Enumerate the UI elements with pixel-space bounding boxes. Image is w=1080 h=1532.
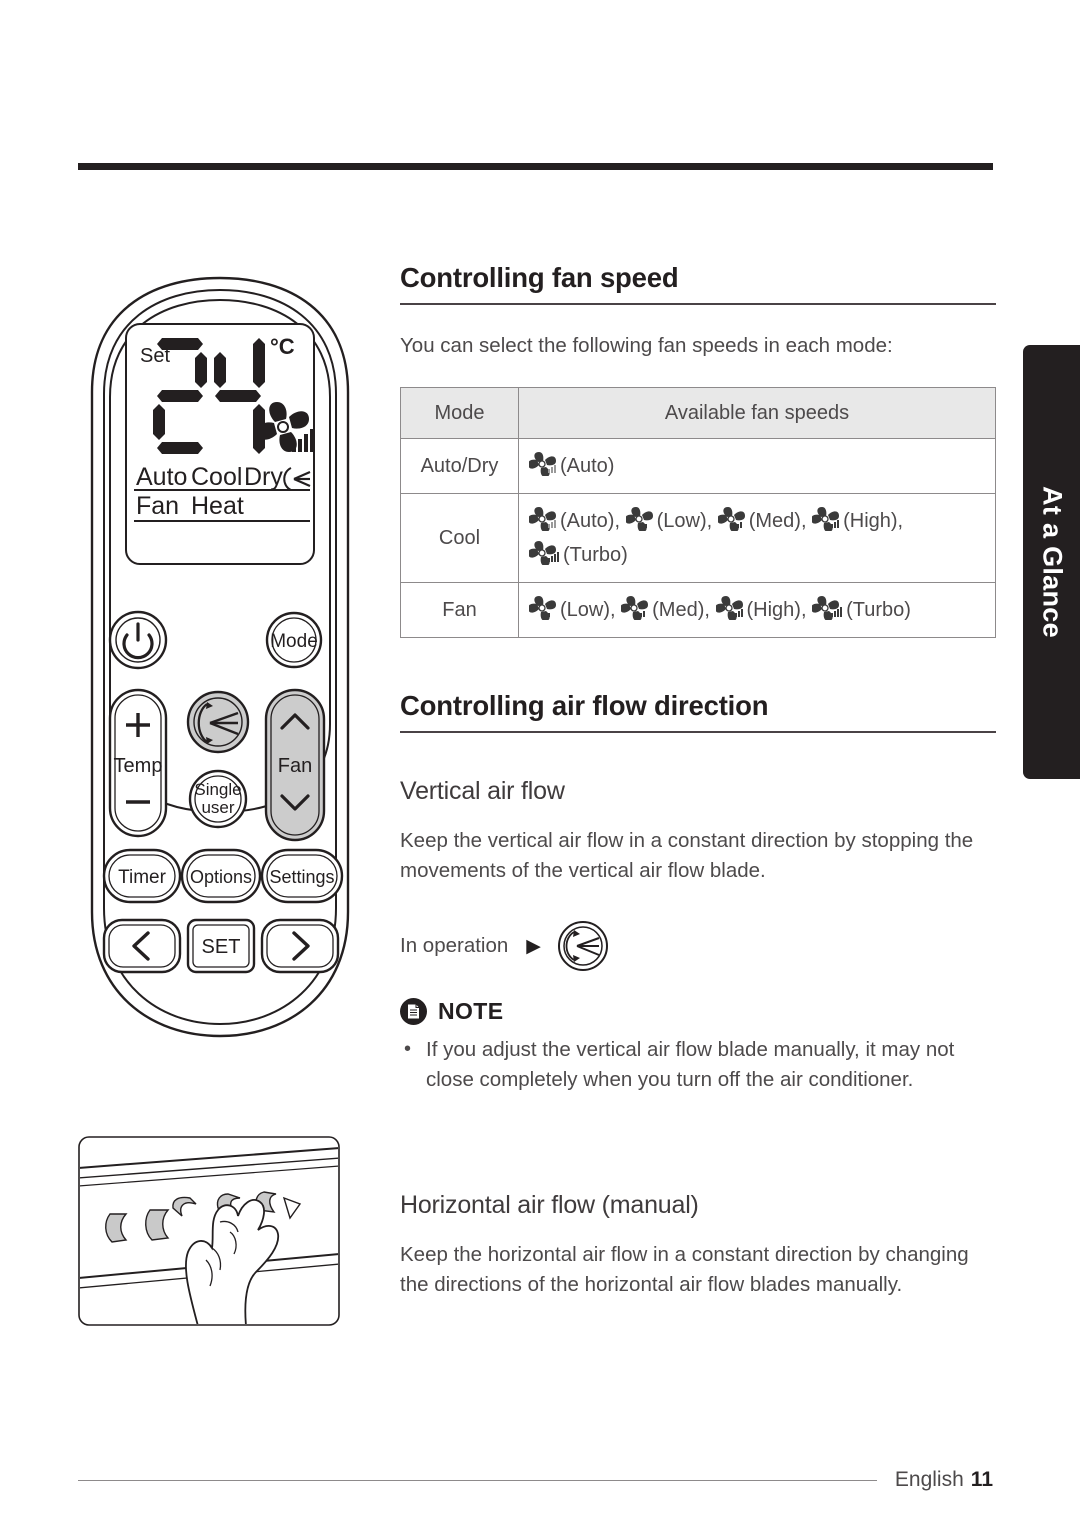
in-operation-label: In operation	[400, 934, 509, 957]
page-footer: English 11	[78, 1468, 993, 1492]
remote-timer-label: Timer	[118, 867, 167, 888]
table-header-speeds: Available fan speeds	[518, 387, 996, 439]
horizontal-air-flow-body: Keep the horizontal air flow in a consta…	[400, 1243, 969, 1296]
footer-page-number: 11	[970, 1468, 993, 1491]
table-cell-speeds: (Auto), (Low), (Med), (High), (Turbo)	[518, 493, 996, 583]
fan-speed-label: (Low),	[656, 510, 713, 532]
fan-speed-table: Mode Available fan speeds Auto/Dry (Auto…	[400, 387, 996, 638]
remote-single-user-button[interactable]: Single user	[188, 769, 248, 829]
fan-speed-label: (Auto),	[560, 510, 621, 532]
fan-speed-label: (High),	[843, 510, 904, 532]
remote-single-user-line1: Single	[194, 780, 241, 799]
fan-speed-icon-turbo	[812, 596, 843, 620]
subsection-title-horizontal: Horizontal air flow (manual)	[400, 1191, 699, 1219]
remote-set-button[interactable]: SET	[186, 918, 256, 974]
table-header-row: Mode Available fan speeds	[400, 387, 996, 439]
table-row: Fan (Low), (Med), (High), (Turbo)	[400, 582, 996, 638]
fan-speed-label: (Turbo)	[846, 599, 911, 621]
remote-temp-button[interactable]: Temp	[108, 688, 168, 838]
table-row: Cool (Auto), (Low), (Med), (High), (Turb…	[400, 493, 996, 583]
fan-speed-label: (Turbo)	[563, 544, 628, 566]
remote-settings-label: Settings	[269, 867, 334, 887]
remote-power-button[interactable]	[108, 610, 168, 670]
fan-speed-icon-low	[625, 507, 653, 531]
fan-speed-icon-high	[812, 507, 840, 531]
lcd-mode-cool: Cool	[191, 463, 242, 491]
fan-speed-label: (Med),	[748, 510, 807, 532]
remote-fan-button[interactable]: Fan	[264, 688, 326, 842]
side-tab-at-a-glance: At a Glance	[1023, 345, 1080, 779]
remote-left-button[interactable]	[102, 918, 182, 974]
horizontal-blade-adjustment-illustration	[78, 1136, 340, 1326]
remote-fan-label: Fan	[278, 755, 312, 777]
lcd-mode-heat: Heat	[191, 492, 244, 520]
note-label: NOTE	[438, 998, 504, 1024]
remote-single-user-line2: user	[201, 798, 234, 817]
lcd-mode-dry: Dry	[244, 463, 283, 491]
fan-speed-icon-auto	[529, 507, 556, 531]
vertical-air-flow-body: Keep the vertical air flow in a constant…	[400, 829, 974, 882]
remote-options-label: Options	[190, 867, 252, 887]
fan-speed-label: (Med),	[652, 599, 710, 621]
table-cell-speeds: (Low), (Med), (High), (Turbo)	[518, 582, 996, 638]
remote-swing-button[interactable]	[186, 690, 250, 754]
right-triangle-icon: ▶	[526, 935, 541, 957]
subsection-title-vertical: Vertical air flow	[400, 777, 565, 805]
table-cell-mode: Cool	[400, 493, 519, 583]
section-title-fan-speed: Controlling fan speed	[400, 262, 996, 305]
lcd-mode-auto: Auto	[136, 463, 187, 491]
remote-set-label: SET	[202, 936, 241, 958]
note-document-icon	[400, 998, 427, 1025]
section-title-air-flow: Controlling air flow direction	[400, 690, 996, 733]
fan-speed-label: (Low),	[560, 599, 616, 621]
footer-language: English	[894, 1468, 964, 1491]
fan-speed-icon-med	[621, 596, 649, 620]
fan-speed-icon-med	[717, 507, 745, 531]
note-heading: NOTE	[400, 998, 996, 1025]
fan-speed-label: (Auto)	[560, 455, 615, 477]
fan-speed-label: (High),	[746, 599, 807, 621]
remote-temp-label: Temp	[114, 755, 163, 777]
remote-right-button[interactable]	[260, 918, 340, 974]
fan-speed-icon-auto	[529, 452, 556, 476]
table-cell-speeds: (Auto)	[518, 438, 996, 494]
lcd-mode-fan: Fan	[136, 492, 179, 520]
footer-rule	[78, 1479, 877, 1481]
remote-mode-button[interactable]: Mode	[265, 611, 323, 669]
table-cell-mode: Fan	[400, 582, 519, 638]
remote-mode-label: Mode	[270, 631, 318, 652]
page-top-rule	[78, 163, 993, 170]
fan-speed-intro: You can select the following fan speeds …	[400, 334, 893, 357]
side-tab-label: At a Glance	[1037, 486, 1067, 638]
fan-speed-icon-turbo	[529, 541, 559, 565]
table-header-mode: Mode	[400, 387, 519, 439]
remote-control-illustration: Set °C Auto Cool Dry Fan Heat Mode Temp …	[90, 276, 350, 1038]
main-content-column: Controlling fan speed You can select the…	[400, 262, 996, 1300]
in-operation-row: In operation ▶	[400, 920, 996, 972]
note-item-list: If you adjust the vertical air flow blad…	[400, 1034, 996, 1095]
fan-speed-icon-low	[529, 596, 556, 620]
lcd-unit: °C	[270, 334, 295, 359]
remote-timer-button[interactable]: Timer	[102, 848, 182, 904]
swing-button-icon	[557, 921, 608, 971]
table-row: Auto/Dry (Auto)	[400, 438, 996, 494]
note-item: If you adjust the vertical air flow blad…	[400, 1034, 996, 1095]
remote-settings-button[interactable]: Settings	[260, 848, 344, 904]
remote-options-button[interactable]: Options	[180, 848, 262, 904]
fan-speed-icon-high	[715, 596, 743, 620]
table-cell-mode: Auto/Dry	[400, 438, 519, 494]
